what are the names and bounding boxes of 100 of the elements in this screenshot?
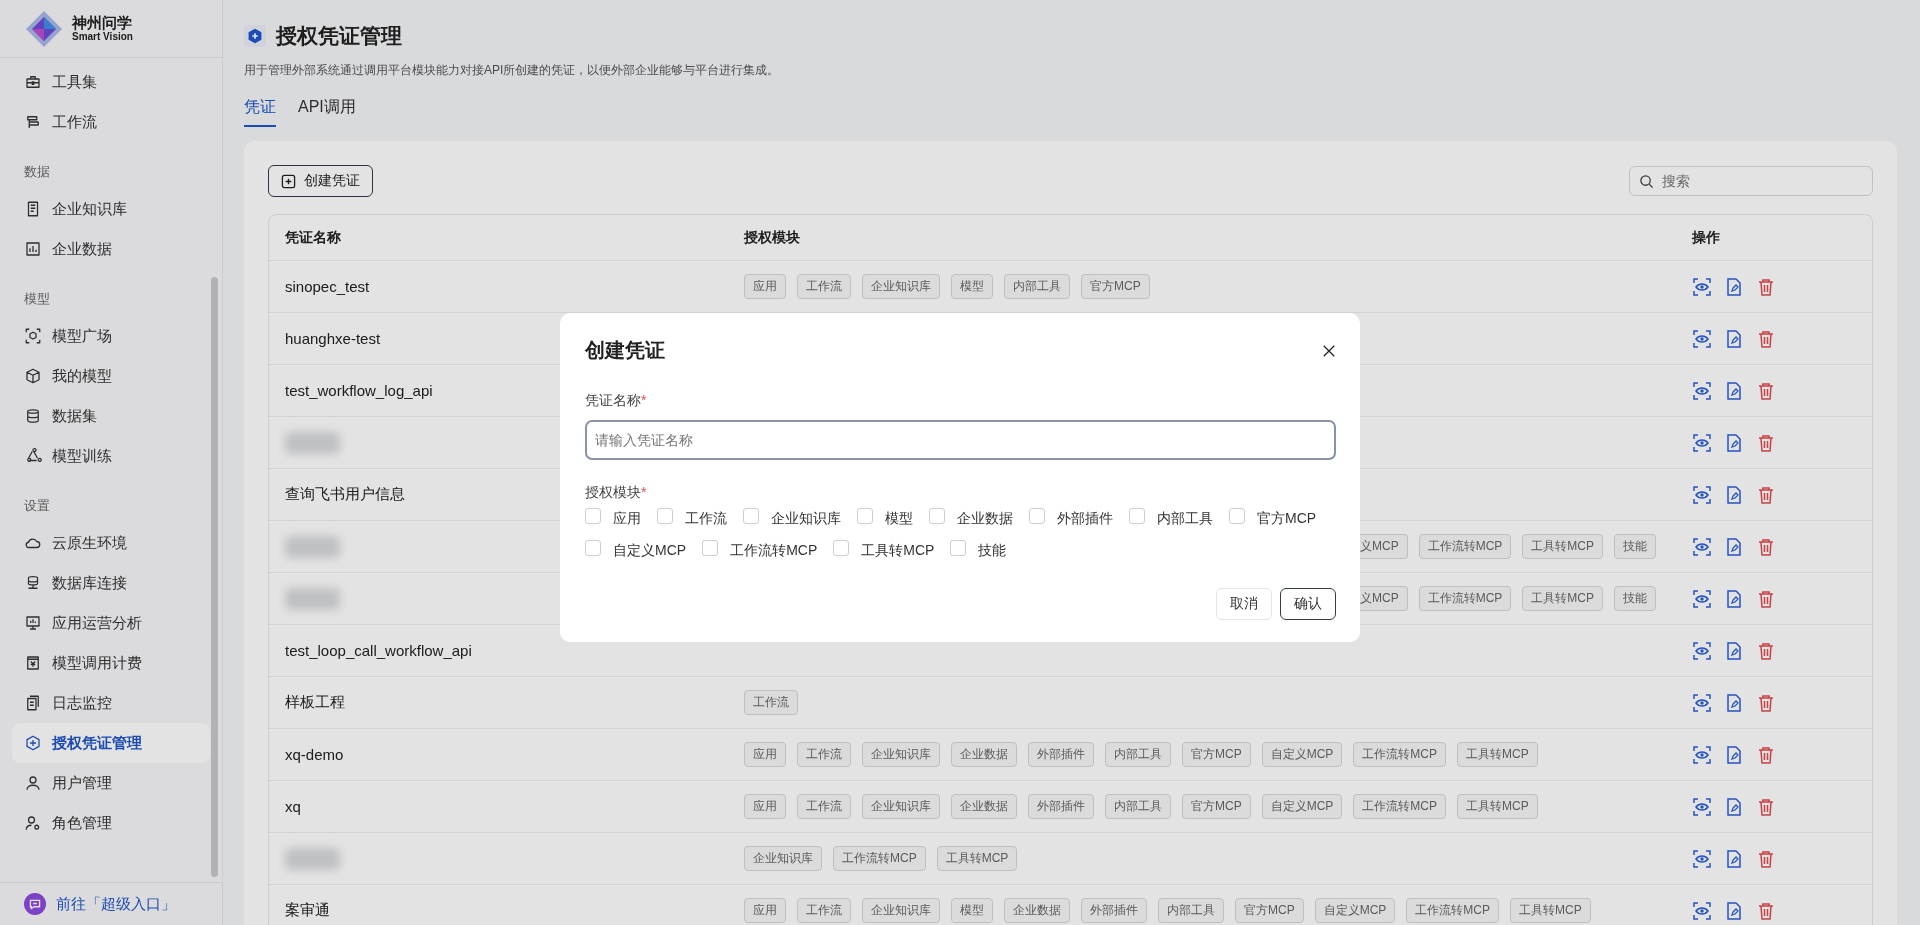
edit-icon[interactable] (1724, 744, 1744, 765)
checkbox[interactable] (1129, 508, 1145, 524)
module-tag: 企业数据 (1004, 898, 1070, 923)
checkbox[interactable] (743, 508, 759, 524)
toolbox-icon (24, 73, 42, 91)
view-icon[interactable] (1692, 900, 1712, 921)
checkbox-label: 应用 (613, 510, 641, 528)
checkbox-label: 工具转MCP (861, 542, 935, 560)
view-icon[interactable] (1692, 640, 1712, 661)
sidebar-item[interactable]: 工具集 (12, 62, 210, 102)
delete-icon[interactable] (1756, 588, 1776, 609)
module-tag: 官方MCP (1182, 794, 1251, 819)
delete-icon[interactable] (1756, 900, 1776, 921)
checkbox[interactable] (929, 508, 945, 524)
sidebar-item[interactable]: 模型训练 (12, 436, 210, 476)
scrollbar[interactable] (211, 277, 218, 877)
sidebar-item[interactable]: 企业知识库 (12, 189, 210, 229)
portal-link[interactable]: 前往「超级入口」 (56, 894, 176, 914)
view-icon[interactable] (1692, 796, 1712, 817)
sidebar-item[interactable]: 数据集 (12, 396, 210, 436)
section-label: 模型 (23, 290, 51, 308)
delete-icon[interactable] (1756, 432, 1776, 453)
edit-icon[interactable] (1724, 900, 1744, 921)
module-tag: 内部工具 (1158, 898, 1224, 923)
module-tag: 外部插件 (1081, 898, 1147, 923)
view-icon[interactable] (1692, 380, 1712, 401)
sidebar-item[interactable]: 角色管理 (12, 803, 210, 843)
sidebar-item[interactable]: 云原生环境 (12, 523, 210, 563)
tab[interactable]: API调用 (298, 97, 356, 127)
sidebar-item[interactable]: 工作流 (12, 102, 210, 142)
delete-icon[interactable] (1756, 796, 1776, 817)
cube-scan-icon (24, 327, 42, 345)
delete-icon[interactable] (1756, 536, 1776, 557)
sidebar-item[interactable]: 数据库连接 (12, 563, 210, 603)
confirm-button[interactable]: 确认 (1280, 588, 1336, 620)
module-tag: 企业知识库 (744, 846, 822, 871)
database-icon (24, 407, 42, 425)
edit-icon[interactable] (1724, 276, 1744, 297)
sidebar-item[interactable]: 企业数据 (12, 229, 210, 269)
module-tag: 企业知识库 (862, 274, 940, 299)
checkbox[interactable] (833, 540, 850, 556)
delete-icon[interactable] (1756, 380, 1776, 401)
edit-icon[interactable] (1724, 380, 1744, 401)
view-icon[interactable] (1692, 848, 1712, 869)
credential-name: huanghxe-test (285, 330, 381, 347)
sidebar-item[interactable]: 我的模型 (12, 356, 210, 396)
name-input[interactable]: 请输入凭证名称 (585, 420, 1336, 460)
view-icon[interactable] (1692, 432, 1712, 453)
edit-icon[interactable] (1724, 848, 1744, 869)
edit-icon[interactable] (1724, 328, 1744, 349)
edit-icon[interactable] (1724, 640, 1744, 661)
close-icon[interactable] (1322, 343, 1336, 358)
edit-icon[interactable] (1724, 432, 1744, 453)
checkbox[interactable] (1229, 508, 1245, 524)
edit-icon[interactable] (1724, 484, 1744, 505)
delete-icon[interactable] (1756, 744, 1776, 765)
delete-icon[interactable] (1756, 328, 1776, 349)
cancel-button[interactable]: 取消 (1216, 588, 1272, 620)
sidebar-item[interactable]: 模型调用计费 (12, 643, 210, 683)
checkbox-label: 工作流转MCP (730, 542, 818, 560)
module-tag: 内部工具 (1004, 274, 1070, 299)
view-icon[interactable] (1692, 692, 1712, 713)
checkbox[interactable] (657, 508, 673, 524)
search-field[interactable]: 搜索 (1629, 166, 1873, 196)
delete-icon[interactable] (1756, 484, 1776, 505)
edit-icon[interactable] (1724, 588, 1744, 609)
checkbox[interactable] (702, 540, 719, 556)
create-button[interactable]: 创建凭证 (268, 165, 373, 197)
edit-icon[interactable] (1724, 536, 1744, 557)
edit-icon[interactable] (1724, 692, 1744, 713)
checkbox[interactable] (857, 508, 873, 524)
cube-icon (24, 367, 42, 385)
sidebar-item[interactable]: 用户管理 (12, 763, 210, 803)
module-tag: 工作流转MCP (1418, 586, 1512, 611)
view-icon[interactable] (1692, 536, 1712, 557)
sidebar-item[interactable]: 授权凭证管理 (12, 723, 210, 763)
view-icon[interactable] (1692, 328, 1712, 349)
edit-icon[interactable] (1724, 796, 1744, 817)
search-icon (1639, 174, 1654, 189)
delete-icon[interactable] (1756, 848, 1776, 869)
sidebar-item[interactable]: 应用运营分析 (12, 603, 210, 643)
view-icon[interactable] (1692, 484, 1712, 505)
tab[interactable]: 凭证 (244, 97, 276, 127)
delete-icon[interactable] (1756, 276, 1776, 297)
required-mark: * (641, 484, 647, 500)
delete-icon[interactable] (1756, 692, 1776, 713)
receipt-icon (24, 654, 42, 672)
checkbox-label: 官方MCP (1257, 510, 1317, 528)
checkbox[interactable] (1029, 508, 1045, 524)
view-icon[interactable] (1692, 276, 1712, 297)
workflow-icon (24, 113, 42, 131)
log-icon (24, 694, 42, 712)
sidebar-item[interactable]: 日志监控 (12, 683, 210, 723)
view-icon[interactable] (1692, 588, 1712, 609)
checkbox[interactable] (585, 508, 601, 524)
delete-icon[interactable] (1756, 640, 1776, 661)
checkbox[interactable] (950, 540, 967, 556)
checkbox[interactable] (585, 540, 601, 556)
view-icon[interactable] (1692, 744, 1712, 765)
sidebar-item[interactable]: 模型广场 (12, 316, 210, 356)
